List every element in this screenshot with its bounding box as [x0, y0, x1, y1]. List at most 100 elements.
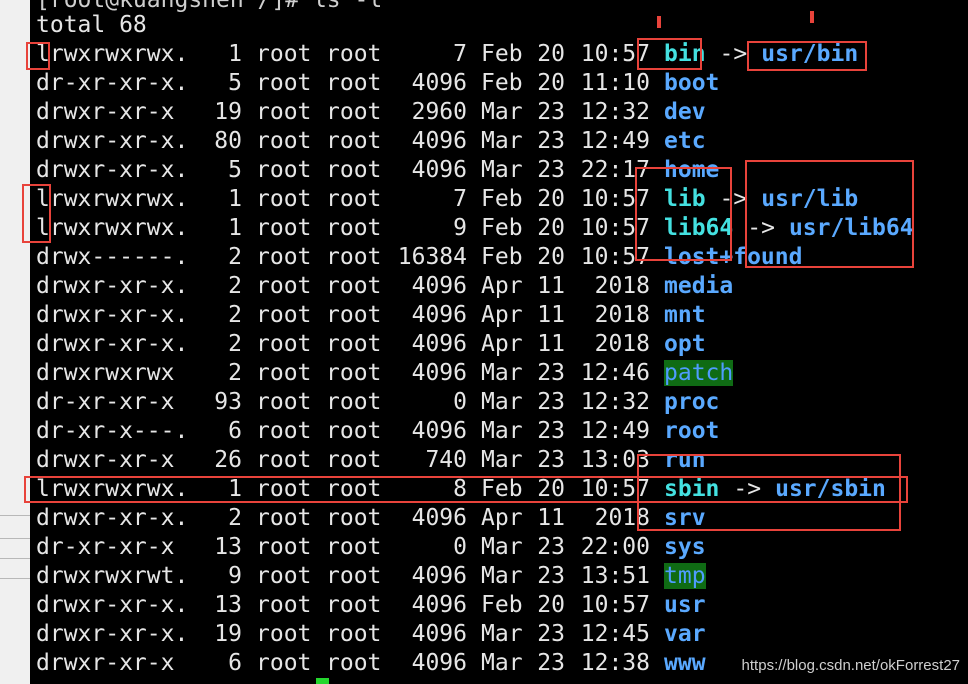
entry-name-group: www	[664, 649, 706, 678]
entry-name: www	[664, 650, 706, 676]
entry-name: lost+found	[664, 244, 803, 270]
owner: root	[256, 244, 312, 270]
group: root	[326, 360, 382, 386]
entry-name-group: usr	[664, 591, 706, 620]
symlink-arrow: ->	[719, 186, 748, 212]
screenshot: [root@kuangshen /]# ls -l total 68 lrwxr…	[0, 0, 968, 684]
entry-name: mnt	[664, 302, 706, 328]
group: root	[326, 505, 382, 531]
terminal-window[interactable]: [root@kuangshen /]# ls -l total 68 lrwxr…	[30, 0, 968, 684]
mod-day: 23	[537, 650, 565, 676]
owner: root	[256, 621, 312, 647]
entry-name: sbin	[664, 476, 720, 502]
mod-month: Apr	[481, 302, 523, 328]
mod-day: 20	[537, 215, 565, 241]
group: root	[326, 476, 382, 502]
permissions: drwxr-xr-x.	[36, 592, 189, 618]
mod-day: 20	[537, 592, 565, 618]
file-size: 4096	[411, 360, 467, 386]
mod-month: Mar	[481, 621, 523, 647]
group: root	[326, 447, 382, 473]
entry-name: opt	[664, 331, 706, 357]
mod-day: 11	[537, 302, 565, 328]
permissions: drwxr-xr-x.	[36, 302, 189, 328]
entry-name-group: mnt	[664, 301, 706, 330]
mod-time: 2018	[594, 273, 650, 299]
mod-day: 20	[537, 70, 565, 96]
mod-month: Mar	[481, 563, 523, 589]
file-size: 4096	[411, 650, 467, 676]
link-count: 2	[228, 244, 242, 270]
mod-day: 23	[537, 418, 565, 444]
mod-time: 10:57	[580, 476, 650, 502]
entry-name-group: srv	[664, 504, 706, 533]
mod-time: 12:32	[580, 99, 650, 125]
owner: root	[256, 650, 312, 676]
listing-row: drwx------. 2 root root 16384 Feb 20 10:57 lost+…	[36, 243, 802, 272]
entry-name-group: sys	[664, 533, 706, 562]
file-size: 4096	[411, 592, 467, 618]
file-size: 16384	[397, 244, 467, 270]
group: root	[326, 592, 382, 618]
mod-time: 10:57	[580, 41, 650, 67]
mod-day: 20	[537, 186, 565, 212]
owner: root	[256, 476, 312, 502]
annotation-tick	[657, 16, 661, 28]
mod-day: 20	[537, 244, 565, 270]
entry-name: var	[664, 621, 706, 647]
owner: root	[256, 99, 312, 125]
owner: root	[256, 215, 312, 241]
link-count: 2	[228, 302, 242, 328]
permissions: drwx------.	[36, 244, 189, 270]
permissions: drwxr-xr-x.	[36, 128, 189, 154]
link-count: 2	[228, 273, 242, 299]
link-count: 2	[228, 331, 242, 357]
listing-row: lrwxrwxrwx. 1 root root 7 Feb 20 10:57 bin -> usr/…	[36, 40, 858, 69]
link-count: 26	[214, 447, 242, 473]
mod-time: 12:49	[580, 128, 650, 154]
entry-name: boot	[664, 70, 720, 96]
mod-time: 10:57	[580, 244, 650, 270]
owner: root	[256, 360, 312, 386]
watermark: https://blog.csdn.net/okForrest27	[741, 657, 960, 674]
mod-time: 13:03	[580, 447, 650, 473]
mod-day: 20	[537, 41, 565, 67]
mod-day: 11	[537, 273, 565, 299]
listing-row: dr-xr-xr-x 13 root root 0 Mar 23 22:00 sys	[36, 533, 706, 562]
group: root	[326, 244, 382, 270]
entry-name: bin	[664, 41, 706, 67]
symlink-arrow: ->	[719, 41, 748, 67]
group: root	[326, 650, 382, 676]
mod-month: Apr	[481, 505, 523, 531]
file-size: 4096	[411, 70, 467, 96]
mod-month: Apr	[481, 273, 523, 299]
mod-month: Feb	[481, 244, 523, 270]
listing-row: drwxr-xr-x. 2 root root 4096 Apr 11 2018 opt	[36, 330, 706, 359]
mod-time: 12:45	[580, 621, 650, 647]
mod-time: 12:38	[580, 650, 650, 676]
link-count: 9	[228, 563, 242, 589]
listing-row: drwxr-xr-x 26 root root 740 Mar 23 13:03 run	[36, 446, 706, 475]
mod-time: 2018	[594, 331, 650, 357]
mod-time: 2018	[594, 505, 650, 531]
file-size: 4096	[411, 331, 467, 357]
listing-row: drwxr-xr-x 6 root root 4096 Mar 23 12:38 www	[36, 649, 706, 678]
entry-name: etc	[664, 128, 706, 154]
mod-time: 22:17	[580, 157, 650, 183]
listing-row: dr-xr-xr-x. 5 root root 4096 Feb 20 11:10 boot	[36, 69, 719, 98]
entry-name: proc	[664, 389, 720, 415]
mod-time: 11:10	[580, 70, 650, 96]
mod-time: 10:57	[580, 186, 650, 212]
link-count: 1	[228, 215, 242, 241]
entry-name: root	[664, 418, 720, 444]
file-size: 4096	[411, 128, 467, 154]
entry-name-group: etc	[664, 127, 706, 156]
left-window-strip	[0, 0, 30, 684]
file-size: 0	[453, 389, 467, 415]
entry-name: srv	[664, 505, 706, 531]
entry-name-group: media	[664, 272, 733, 301]
mod-day: 11	[537, 331, 565, 357]
mod-day: 23	[537, 621, 565, 647]
listing-row: drwxrwxrwx 2 root root 4096 Mar 23 12:46 patch	[36, 359, 734, 388]
entry-name-group: tmp	[664, 562, 706, 591]
